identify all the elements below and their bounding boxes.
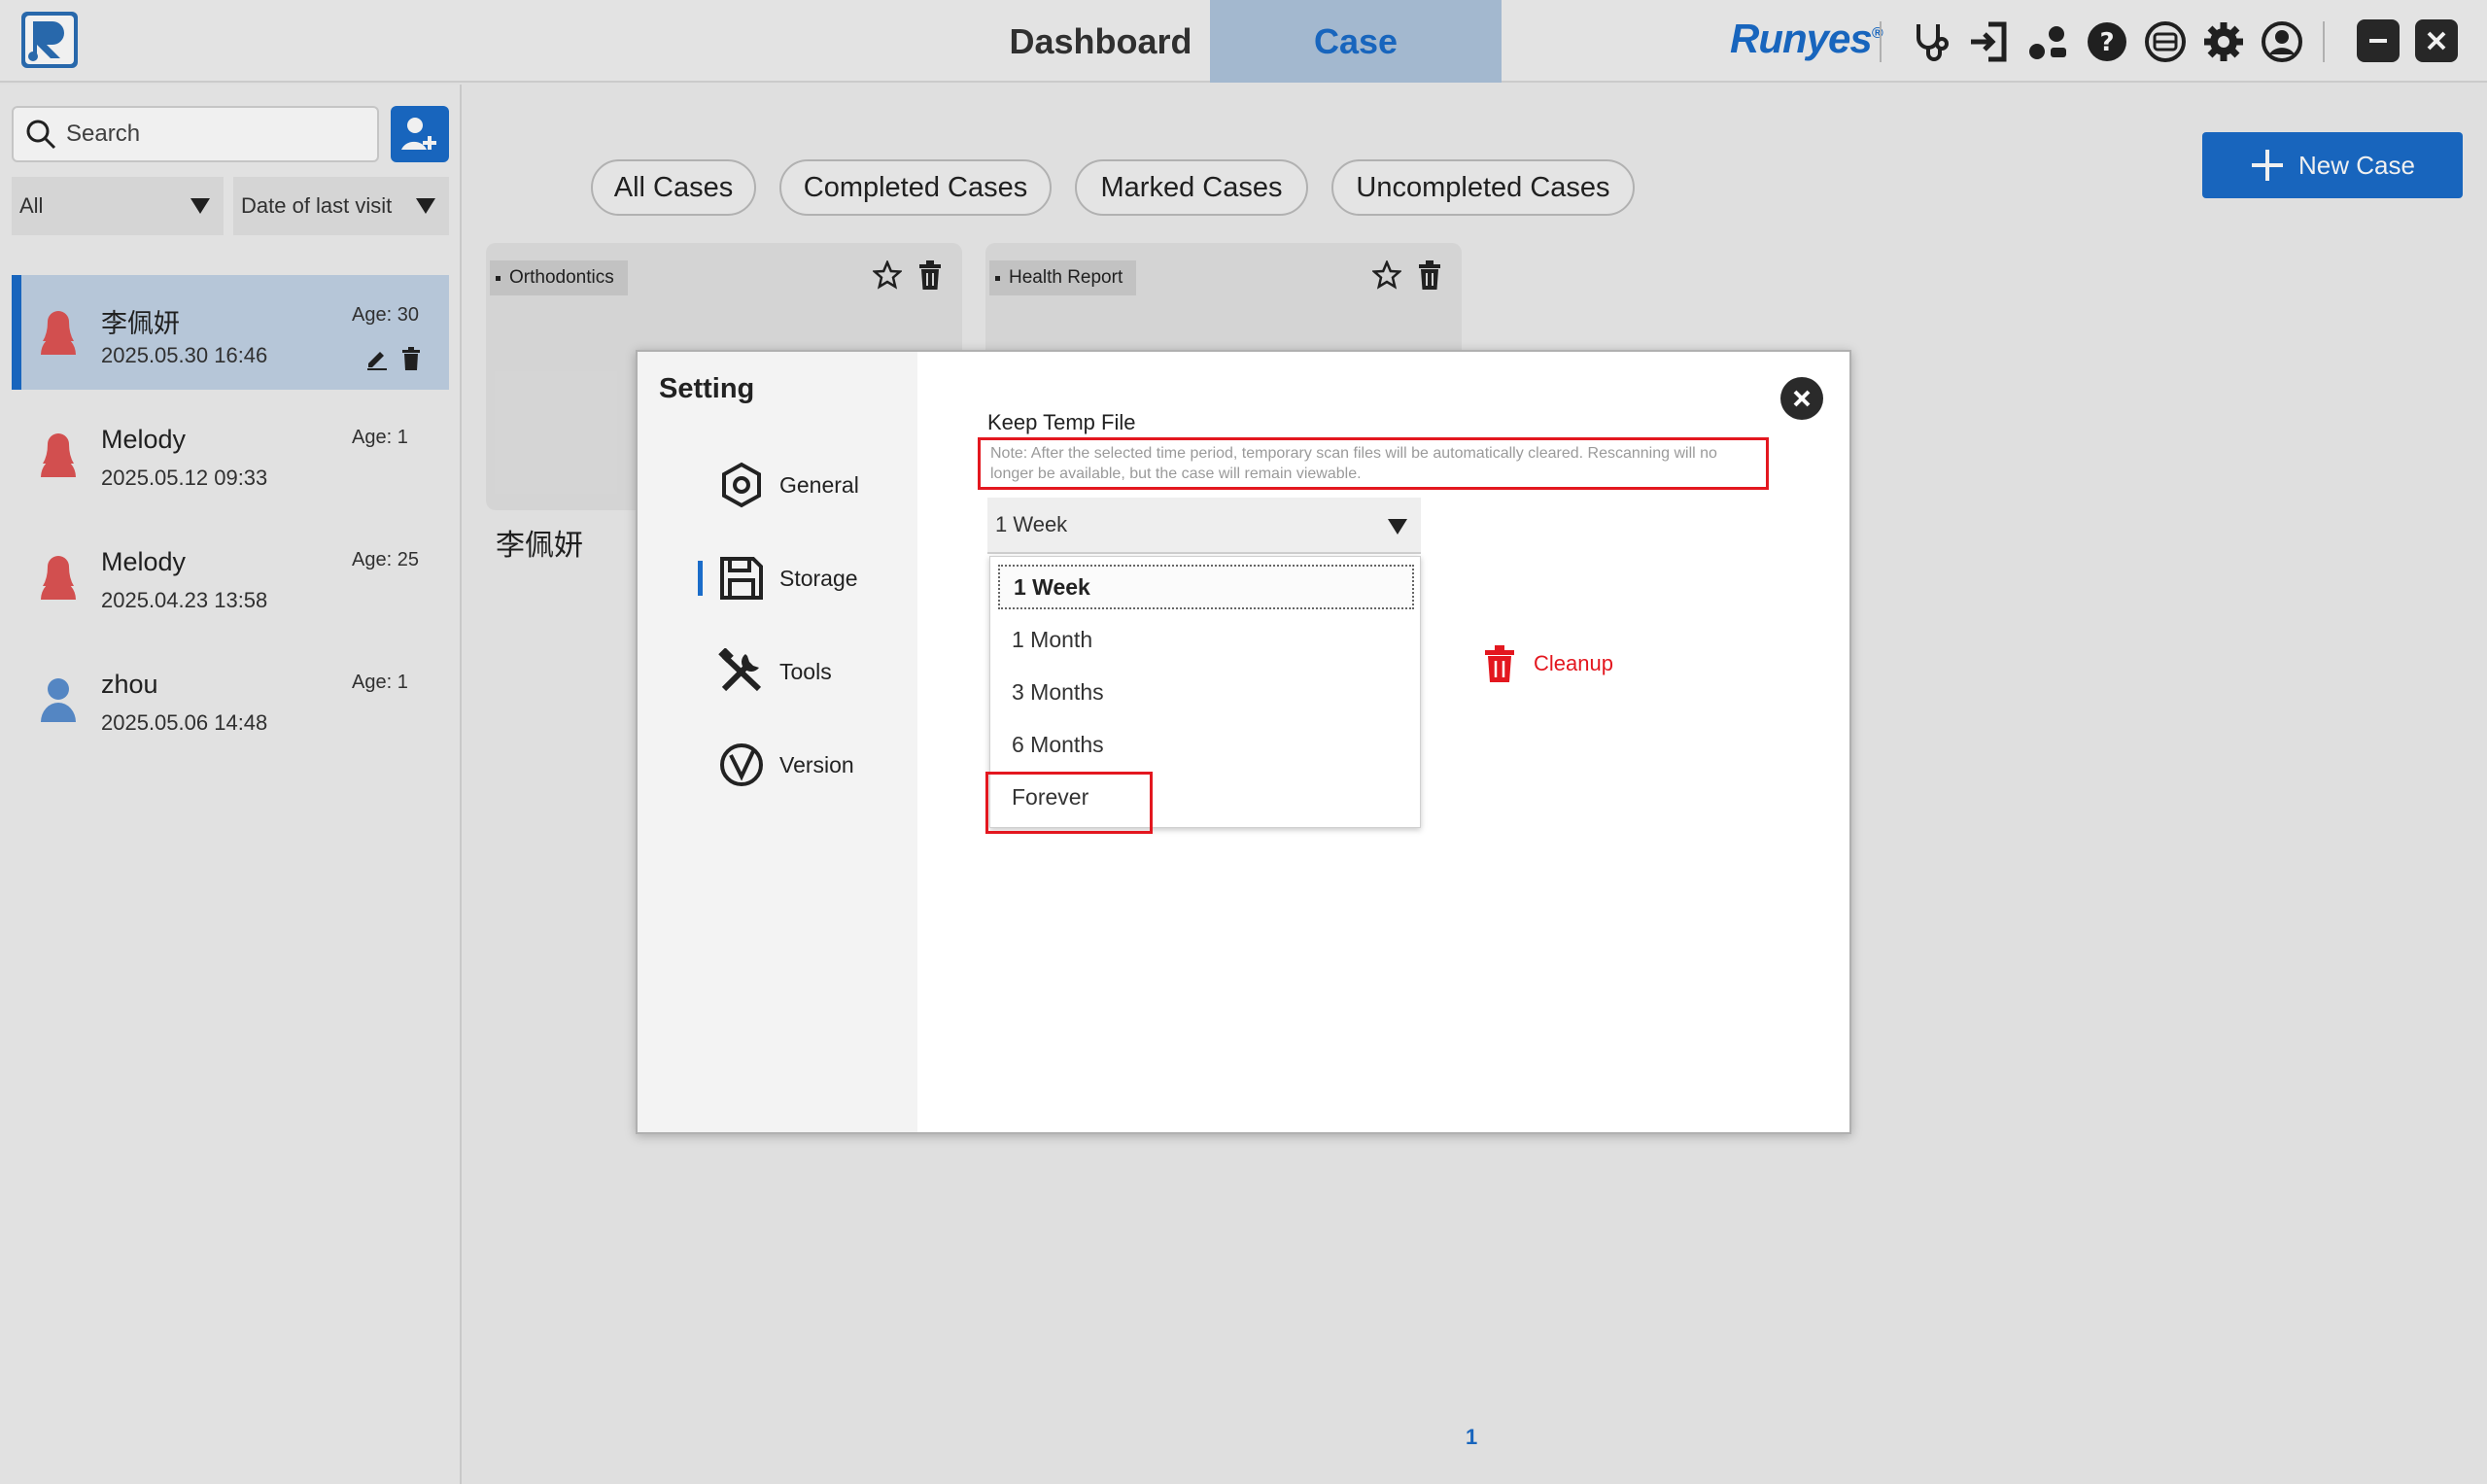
settings-nav-version[interactable]: Version xyxy=(717,741,854,789)
close-icon xyxy=(1793,390,1811,407)
settings-dialog: Setting General Storage Tools Version Ke… xyxy=(636,350,1851,1134)
version-icon xyxy=(717,741,766,789)
option-3-months[interactable]: 3 Months xyxy=(998,670,1414,714)
dropdown-arrow-icon xyxy=(1388,519,1407,535)
cleanup-button[interactable]: Cleanup xyxy=(1483,645,1613,682)
select-value: 1 Week xyxy=(995,512,1068,536)
settings-nav-general[interactable]: General xyxy=(717,461,859,509)
settings-nav: Setting General Storage Tools Version xyxy=(638,352,917,1132)
nav-label: Storage xyxy=(779,565,858,591)
option-1-month[interactable]: 1 Month xyxy=(998,617,1414,662)
keep-temp-file-label: Keep Temp File xyxy=(987,410,1136,434)
cleanup-label: Cleanup xyxy=(1534,651,1613,675)
option-label: 6 Months xyxy=(1012,731,1104,757)
option-label: 1 Week xyxy=(1014,573,1090,600)
keep-temp-select[interactable]: 1 Week xyxy=(987,498,1421,554)
option-1-week[interactable]: 1 Week xyxy=(998,565,1414,609)
option-6-months[interactable]: 6 Months xyxy=(998,722,1414,767)
tools-icon xyxy=(717,647,766,696)
dialog-close-button[interactable] xyxy=(1780,377,1823,420)
trash-icon xyxy=(1485,645,1514,682)
hexagon-settings-icon xyxy=(717,461,766,509)
forever-highlight xyxy=(985,772,1153,834)
keep-temp-note: Note: After the selected time period, te… xyxy=(978,437,1769,490)
dialog-title: Setting xyxy=(659,373,755,404)
settings-nav-storage[interactable]: Storage xyxy=(717,554,858,603)
nav-label: Version xyxy=(779,751,854,777)
active-indicator xyxy=(698,561,703,596)
nav-label: General xyxy=(779,471,859,498)
option-label: 3 Months xyxy=(1012,678,1104,705)
option-label: 1 Month xyxy=(1012,626,1093,652)
floppy-disk-icon xyxy=(717,554,766,603)
nav-label: Tools xyxy=(779,658,832,684)
settings-nav-tools[interactable]: Tools xyxy=(717,647,832,696)
